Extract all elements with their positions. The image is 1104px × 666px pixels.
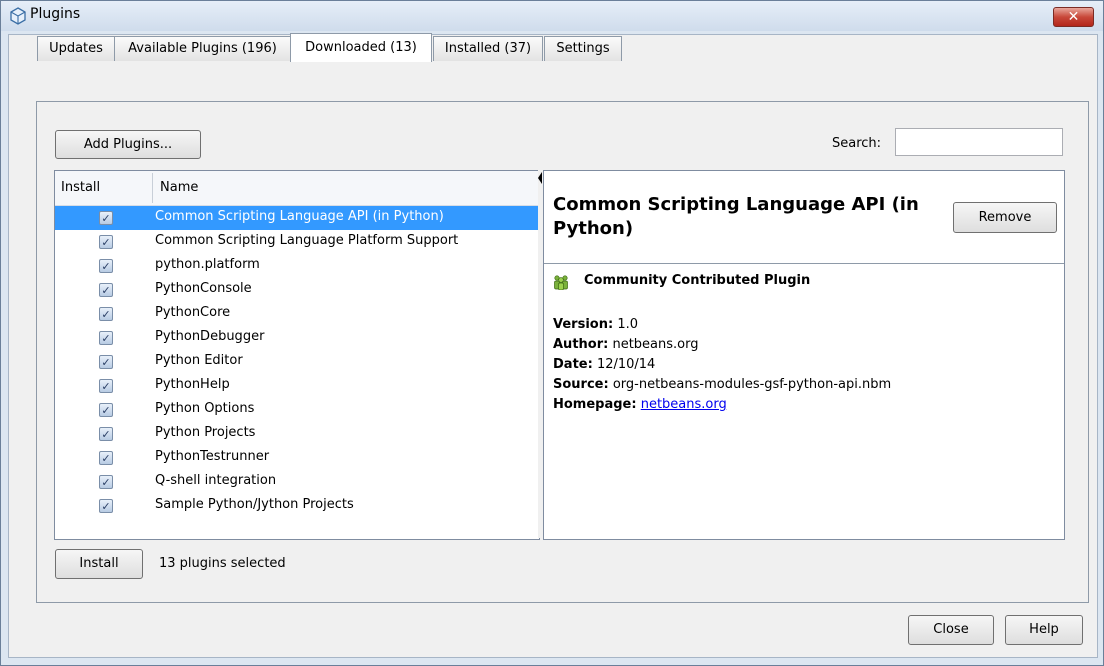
install-checkbox[interactable]: ✓	[99, 427, 113, 441]
source-label: Source:	[553, 377, 609, 392]
list-item[interactable]: ✓ Sample Python/Jython Projects	[55, 494, 539, 518]
list-item[interactable]: ✓ PythonTestrunner	[55, 446, 539, 470]
community-label: Community Contributed Plugin	[584, 273, 811, 288]
plugin-list: Install Name ✓ Common Scripting Language …	[54, 170, 540, 540]
add-plugins-label: Add Plugins...	[83, 137, 173, 152]
install-checkbox[interactable]: ✓	[99, 259, 113, 273]
date-value: 12/10/14	[596, 357, 656, 372]
install-checkbox[interactable]: ✓	[99, 403, 113, 417]
install-checkbox[interactable]: ✓	[99, 235, 113, 249]
author-value: netbeans.org	[612, 337, 699, 352]
list-item[interactable]: ✓ Python Editor	[55, 350, 539, 374]
install-checkbox[interactable]: ✓	[99, 379, 113, 393]
install-checkbox[interactable]: ✓	[99, 283, 113, 297]
list-item[interactable]: ✓ PythonDebugger	[55, 326, 539, 350]
remove-button[interactable]: Remove	[953, 202, 1057, 233]
plugin-title: Common Scripting Language API (in Python…	[553, 194, 919, 239]
install-checkbox[interactable]: ✓	[99, 211, 113, 225]
plugin-name: PythonTestrunner	[155, 449, 270, 464]
version-label: Version:	[553, 317, 614, 332]
version-value: 1.0	[617, 317, 638, 332]
list-item[interactable]: ✓ PythonCore	[55, 302, 539, 326]
tab-available-plugins[interactable]: Available Plugins (196)	[114, 36, 291, 61]
tab-downloaded[interactable]: Downloaded (13)	[290, 33, 432, 62]
author-line: Author: netbeans.org	[553, 337, 699, 352]
tab-updates[interactable]: Updates	[37, 36, 115, 61]
install-checkbox[interactable]: ✓	[99, 451, 113, 465]
remove-button-label: Remove	[978, 210, 1032, 225]
install-button[interactable]: Install	[55, 549, 143, 579]
list-item[interactable]: ✓ Python Options	[55, 398, 539, 422]
plugin-name: PythonCore	[155, 305, 231, 320]
plugin-name: Python Editor	[155, 353, 243, 368]
plugin-name: PythonConsole	[155, 281, 252, 296]
selection-status: 13 plugins selected	[159, 556, 286, 571]
window-title: Plugins	[30, 6, 81, 22]
plugin-name: Python Options	[155, 401, 255, 416]
tab-installed[interactable]: Installed (37)	[433, 36, 543, 61]
plugin-detail-panel: Common Scripting Language API (in Python…	[543, 170, 1065, 540]
search-input[interactable]	[895, 128, 1063, 156]
author-label: Author:	[553, 337, 609, 352]
plugin-name: Q-shell integration	[155, 473, 277, 488]
install-checkbox[interactable]: ✓	[99, 475, 113, 489]
column-header-name[interactable]: Name	[160, 180, 198, 195]
netbeans-cube-icon	[10, 7, 26, 25]
source-line: Source: org-netbeans-modules-gsf-python-…	[553, 377, 891, 392]
list-header: Install Name	[55, 171, 539, 206]
list-item[interactable]: ✓ Common Scripting Language Platform Supp…	[55, 230, 539, 254]
install-checkbox[interactable]: ✓	[99, 355, 113, 369]
homepage-line: Homepage: netbeans.org	[553, 397, 727, 412]
version-line: Version: 1.0	[553, 317, 638, 332]
install-checkbox[interactable]: ✓	[99, 499, 113, 513]
list-item[interactable]: ✓ Python Projects	[55, 422, 539, 446]
close-button-label: Close	[933, 622, 969, 637]
date-label: Date:	[553, 357, 593, 372]
community-icon	[554, 275, 568, 290]
plugin-name: Python Projects	[155, 425, 256, 440]
list-item[interactable]: ✓ PythonConsole	[55, 278, 539, 302]
plugin-name: Sample Python/Jython Projects	[155, 497, 354, 512]
help-button[interactable]: Help	[1005, 615, 1083, 645]
list-item[interactable]: ✓ Q-shell integration	[55, 470, 539, 494]
plugin-name: PythonDebugger	[155, 329, 265, 344]
homepage-link[interactable]: netbeans.org	[641, 397, 727, 412]
title-bar: Plugins ✕	[1, 1, 1103, 31]
list-item[interactable]: ✓ python.platform	[55, 254, 539, 278]
column-divider[interactable]	[152, 173, 153, 203]
tab-settings[interactable]: Settings	[544, 36, 622, 61]
add-plugins-button[interactable]: Add Plugins...	[55, 130, 201, 159]
install-checkbox[interactable]: ✓	[99, 307, 113, 321]
plugin-name: PythonHelp	[155, 377, 230, 392]
plugin-name: Common Scripting Language API (in Python…	[155, 209, 444, 224]
close-button[interactable]: Close	[908, 615, 994, 645]
homepage-label: Homepage:	[553, 397, 637, 412]
list-item[interactable]: ✓ Common Scripting Language API (in Pytho…	[55, 206, 539, 230]
install-button-label: Install	[79, 556, 119, 571]
source-value: org-netbeans-modules-gsf-python-api.nbm	[612, 377, 892, 392]
install-checkbox[interactable]: ✓	[99, 331, 113, 345]
plugin-name: Common Scripting Language Platform Suppo…	[155, 233, 459, 248]
window-close-button[interactable]: ✕	[1053, 7, 1094, 27]
list-item[interactable]: ✓ PythonHelp	[55, 374, 539, 398]
date-line: Date: 12/10/14	[553, 357, 655, 372]
search-label: Search:	[832, 136, 882, 151]
help-button-label: Help	[1029, 622, 1059, 637]
plugin-name: python.platform	[155, 257, 260, 272]
column-header-install[interactable]: Install	[61, 180, 100, 195]
detail-header: Common Scripting Language API (in Python…	[544, 171, 1064, 264]
